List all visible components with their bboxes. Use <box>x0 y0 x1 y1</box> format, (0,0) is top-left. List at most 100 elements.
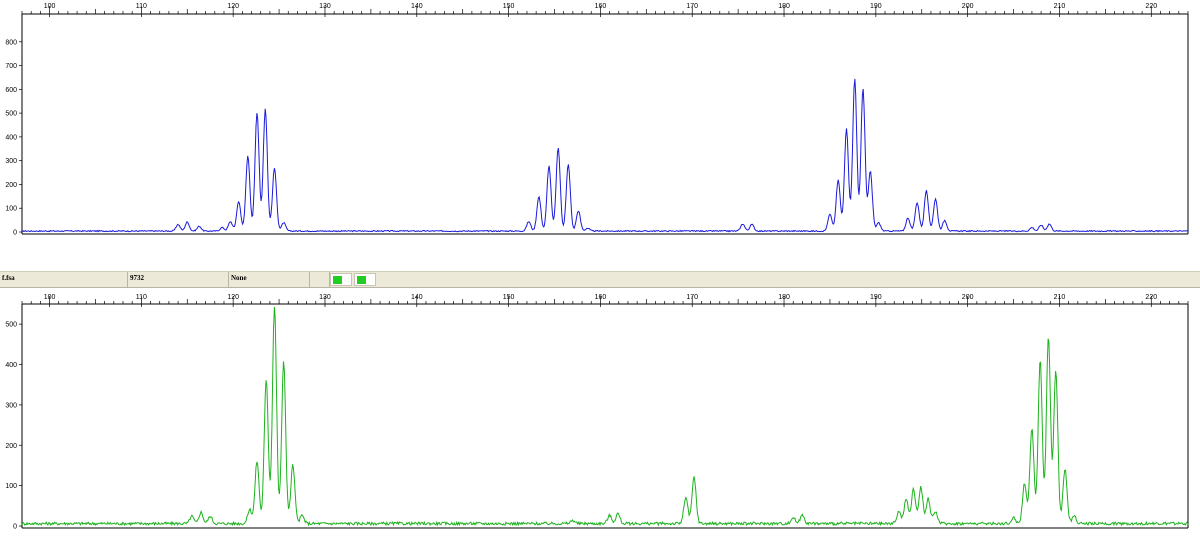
peak-point[interactable] <box>1023 482 1026 485</box>
peak-point[interactable] <box>616 512 619 515</box>
peak-point[interactable] <box>1030 427 1033 430</box>
peak-point[interactable] <box>577 209 580 212</box>
sample-id-label: 9732 <box>130 274 144 282</box>
peak-point[interactable] <box>527 220 530 223</box>
peak-point[interactable] <box>282 221 285 224</box>
peak-point[interactable] <box>567 163 570 166</box>
peak-point[interactable] <box>246 155 249 158</box>
peak-point[interactable] <box>906 216 909 219</box>
comment-label: None <box>231 274 247 282</box>
peak-point[interactable] <box>186 221 189 224</box>
peak-point[interactable] <box>291 464 294 467</box>
peak-point[interactable] <box>229 220 232 223</box>
peak-point[interactable] <box>801 513 804 516</box>
x-tick-label: 110 <box>136 3 147 10</box>
peak-point[interactable] <box>264 107 267 110</box>
peak-point[interactable] <box>943 219 946 222</box>
peak-point[interactable] <box>200 511 203 514</box>
peak-point[interactable] <box>248 508 251 511</box>
peak-point[interactable] <box>869 170 872 173</box>
dye-toggle-2[interactable] <box>354 273 376 286</box>
peak-point[interactable] <box>750 223 753 226</box>
peak-point[interactable] <box>537 195 540 198</box>
peak-point[interactable] <box>237 200 240 203</box>
peak-point[interactable] <box>905 498 908 501</box>
peak-point[interactable] <box>273 304 276 307</box>
y-tick-label: 600 <box>5 87 17 94</box>
peak-point[interactable] <box>190 515 193 518</box>
peak-point[interactable] <box>265 379 268 382</box>
y-tick-label: 400 <box>5 134 17 141</box>
peak-point[interactable] <box>198 225 201 228</box>
dye-channel-green-icon <box>333 276 342 284</box>
peak-point[interactable] <box>1054 369 1057 372</box>
x-tick-label: 120 <box>227 3 239 10</box>
peak-point[interactable] <box>934 197 937 200</box>
trace-line <box>21 306 1189 527</box>
peak-point[interactable] <box>273 167 276 170</box>
x-tick-label: 160 <box>595 3 607 10</box>
y-tick-label: 800 <box>5 39 17 46</box>
x-tick-label: 220 <box>1145 3 1157 10</box>
peak-point[interactable] <box>571 519 574 522</box>
peak-point[interactable] <box>209 515 212 518</box>
peak-point[interactable] <box>1063 468 1066 471</box>
peak-point[interactable] <box>927 497 930 500</box>
peak-point[interactable] <box>925 189 928 192</box>
y-tick-label: 300 <box>5 158 17 165</box>
peak-point[interactable] <box>934 510 937 513</box>
peak-point[interactable] <box>586 227 589 230</box>
peak-point[interactable] <box>845 127 848 130</box>
y-tick-label: 400 <box>5 362 17 369</box>
peak-point[interactable] <box>256 111 259 114</box>
peak-point[interactable] <box>897 510 900 513</box>
peak-point[interactable] <box>1048 222 1051 225</box>
peak-point[interactable] <box>1040 224 1043 227</box>
peak-point[interactable] <box>1030 226 1033 229</box>
x-tick-label: 100 <box>44 294 56 301</box>
dye-toggle-1[interactable] <box>330 273 352 286</box>
peak-point[interactable] <box>301 514 304 517</box>
y-tick-label: 0 <box>13 230 17 237</box>
x-tick-label: 100 <box>44 3 56 10</box>
x-tick-label: 220 <box>1145 294 1157 301</box>
peak-point[interactable] <box>919 486 922 489</box>
peak-point[interactable] <box>912 488 915 491</box>
peak-point[interactable] <box>853 77 856 80</box>
sample-info-bar: f.fsa 9732 None <box>0 271 1200 288</box>
peak-point[interactable] <box>221 226 224 229</box>
peak-point[interactable] <box>792 516 795 519</box>
comment-cell[interactable]: None <box>229 272 310 287</box>
file-name-cell[interactable]: f.fsa <box>0 272 128 287</box>
peak-point[interactable] <box>916 201 919 204</box>
peak-point[interactable] <box>877 221 880 224</box>
peak-point[interactable] <box>837 178 840 181</box>
x-tick-label: 150 <box>503 294 515 301</box>
x-tick-label: 190 <box>870 294 882 301</box>
y-tick-label: 200 <box>5 182 17 189</box>
peak-point[interactable] <box>1047 334 1050 337</box>
peak-point[interactable] <box>1012 516 1015 519</box>
y-tick-label: 0 <box>13 524 17 531</box>
x-tick-label: 180 <box>778 294 790 301</box>
peak-point[interactable] <box>177 223 180 226</box>
peak-point[interactable] <box>547 164 550 167</box>
peak-point[interactable] <box>608 514 611 517</box>
peak-point[interactable] <box>861 87 864 90</box>
peak-point[interactable] <box>684 496 687 499</box>
x-tick-label: 110 <box>136 294 147 301</box>
peak-point[interactable] <box>1073 514 1076 517</box>
y-tick-label: 200 <box>5 443 17 450</box>
x-tick-label: 210 <box>1054 3 1066 10</box>
peak-point[interactable] <box>693 476 696 479</box>
peak-point[interactable] <box>256 460 259 463</box>
y-tick-label: 100 <box>5 483 17 490</box>
peak-point[interactable] <box>741 222 744 225</box>
sample-id-cell[interactable]: 9732 <box>128 272 229 287</box>
trace-line <box>22 78 1189 233</box>
peak-point[interactable] <box>557 146 560 149</box>
peak-point[interactable] <box>828 213 831 216</box>
peak-point[interactable] <box>282 361 285 364</box>
peak-point[interactable] <box>1039 359 1042 362</box>
x-tick-label: 180 <box>778 3 790 10</box>
